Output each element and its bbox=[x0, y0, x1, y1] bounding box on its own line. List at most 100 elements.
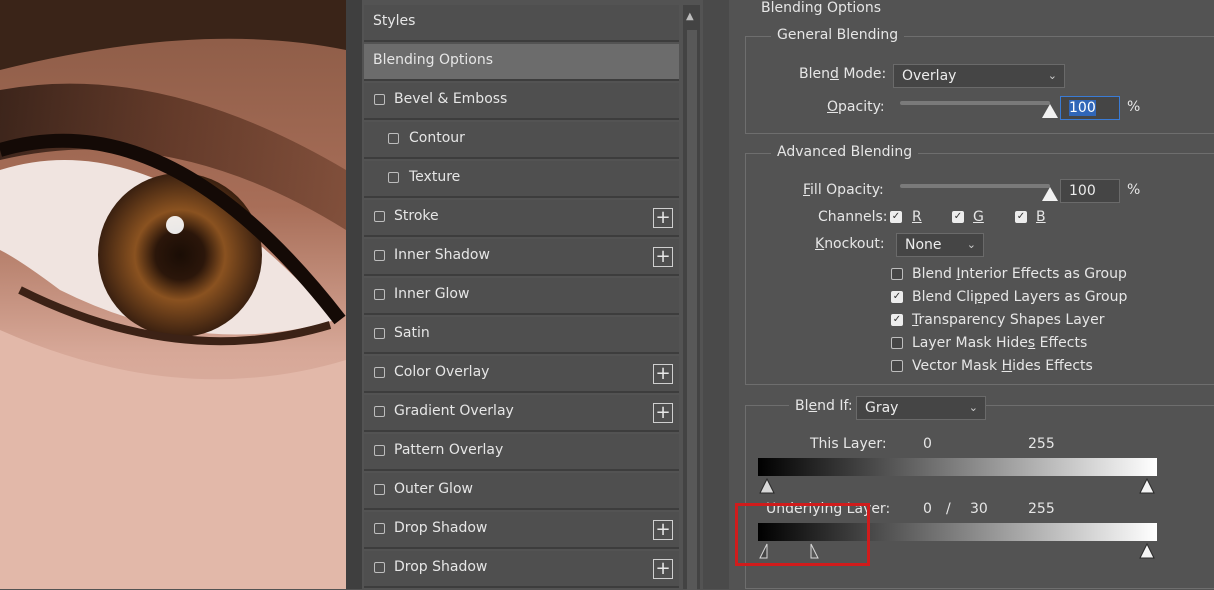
styles-list-item[interactable]: Pattern Overlay bbox=[364, 434, 679, 471]
style-checkbox[interactable] bbox=[374, 523, 385, 534]
option-label: Transparency Shapes Layer bbox=[912, 312, 1105, 328]
styles-list-item[interactable]: Contour bbox=[364, 122, 679, 159]
styles-list-item[interactable]: Texture bbox=[364, 161, 679, 198]
styles-list-item[interactable]: Blending Options bbox=[364, 44, 679, 81]
option-label: Blend Clipped Layers as Group bbox=[912, 289, 1128, 305]
plus-icon[interactable]: + bbox=[653, 247, 673, 267]
opacity-unit: % bbox=[1127, 99, 1141, 115]
style-checkbox[interactable] bbox=[374, 484, 385, 495]
style-item-label: Bevel & Emboss bbox=[394, 91, 508, 107]
styles-list-item[interactable]: Color Overlay + bbox=[364, 356, 679, 393]
underlying-low: 0 bbox=[923, 501, 932, 517]
option-checkbox[interactable]: ✓ bbox=[891, 314, 903, 326]
option-checkbox[interactable] bbox=[891, 337, 903, 349]
option-checkbox[interactable] bbox=[891, 360, 903, 372]
style-item-label: Satin bbox=[394, 325, 430, 341]
underlying-low-split: 30 bbox=[970, 501, 988, 517]
opacity-input[interactable]: 100 bbox=[1060, 96, 1120, 120]
option-label: Blend Interior Effects as Group bbox=[912, 266, 1127, 282]
blend-mode-label: Blend Mode: bbox=[799, 66, 887, 82]
eye-photo bbox=[0, 0, 346, 589]
style-item-label: Contour bbox=[409, 130, 465, 146]
style-checkbox[interactable] bbox=[374, 406, 385, 417]
option-checkbox[interactable]: ✓ bbox=[891, 291, 903, 303]
opacity-label: Opacity: bbox=[827, 99, 885, 115]
style-checkbox[interactable] bbox=[374, 445, 385, 456]
fill-opacity-slider-track[interactable] bbox=[900, 184, 1050, 188]
style-item-label: Inner Glow bbox=[394, 286, 470, 302]
style-item-label: Drop Shadow bbox=[394, 520, 488, 536]
channel-g-checkbox[interactable]: ✓ bbox=[952, 211, 964, 223]
styles-list-item[interactable]: Outer Glow bbox=[364, 473, 679, 510]
underlying-high: 255 bbox=[1028, 501, 1055, 517]
style-checkbox[interactable] bbox=[374, 94, 385, 105]
scroll-up-arrow-icon[interactable]: ▲ bbox=[686, 11, 694, 22]
blend-mode-value: Overlay bbox=[902, 68, 957, 84]
plus-icon[interactable]: + bbox=[653, 559, 673, 579]
style-checkbox[interactable] bbox=[374, 367, 385, 378]
styles-list-item[interactable]: Stroke + bbox=[364, 200, 679, 237]
scrollbar-thumb[interactable] bbox=[687, 30, 697, 590]
style-item-label: Outer Glow bbox=[394, 481, 473, 497]
style-checkbox[interactable] bbox=[374, 328, 385, 339]
style-checkbox[interactable] bbox=[374, 211, 385, 222]
fill-opacity-slider-thumb[interactable] bbox=[1042, 187, 1058, 201]
chevron-down-icon: ⌄ bbox=[966, 238, 976, 251]
this-layer-high-slider[interactable] bbox=[1139, 478, 1155, 494]
option-checkbox[interactable] bbox=[891, 268, 903, 280]
blend-if-value: Gray bbox=[865, 400, 899, 416]
opacity-slider-track[interactable] bbox=[900, 101, 1050, 105]
style-checkbox[interactable] bbox=[388, 172, 399, 183]
style-item-label: Drop Shadow bbox=[394, 559, 488, 575]
option-label: Layer Mask Hides Effects bbox=[912, 335, 1088, 351]
fill-opacity-unit: % bbox=[1127, 182, 1141, 198]
this-layer-label: This Layer: bbox=[810, 436, 887, 452]
style-checkbox[interactable] bbox=[388, 133, 399, 144]
this-layer-low-slider[interactable] bbox=[759, 478, 775, 494]
channels-label: Channels: bbox=[818, 209, 888, 225]
fill-opacity-label: Fill Opacity: bbox=[803, 182, 884, 198]
channel-r-label: R bbox=[912, 209, 922, 225]
fill-opacity-input[interactable]: 100 bbox=[1060, 179, 1120, 203]
panel-title: Blending Options bbox=[761, 0, 881, 16]
this-layer-low: 0 bbox=[923, 436, 932, 452]
knockout-dropdown[interactable]: None ⌄ bbox=[896, 233, 984, 257]
styles-list-item[interactable]: Inner Shadow + bbox=[364, 239, 679, 276]
channel-b-label: B bbox=[1036, 209, 1046, 225]
styles-list-item[interactable]: Bevel & Emboss bbox=[364, 83, 679, 120]
this-layer-high: 255 bbox=[1028, 436, 1055, 452]
underlying-high-slider[interactable] bbox=[1139, 543, 1155, 559]
style-item-label: Styles bbox=[373, 13, 416, 29]
style-checkbox[interactable] bbox=[374, 562, 385, 573]
plus-icon[interactable]: + bbox=[653, 403, 673, 423]
underlying-separator: / bbox=[946, 501, 951, 517]
blend-mode-dropdown[interactable]: Overlay ⌄ bbox=[893, 64, 1065, 88]
style-item-label: Gradient Overlay bbox=[394, 403, 514, 419]
blend-if-dropdown[interactable]: Gray ⌄ bbox=[856, 396, 986, 420]
style-item-label: Color Overlay bbox=[394, 364, 490, 380]
opacity-slider-thumb[interactable] bbox=[1042, 104, 1058, 118]
styles-list-scrollbar[interactable]: ▲ bbox=[683, 5, 700, 590]
style-item-label: Inner Shadow bbox=[394, 247, 490, 263]
knockout-label: Knockout: bbox=[815, 236, 885, 252]
styles-list-item[interactable]: Inner Glow bbox=[364, 278, 679, 315]
blending-options-panel: Blending Options General Blending Blend … bbox=[729, 0, 1214, 589]
channel-r-checkbox[interactable]: ✓ bbox=[890, 211, 902, 223]
styles-list-item[interactable]: Styles bbox=[364, 5, 679, 42]
style-checkbox[interactable] bbox=[374, 250, 385, 261]
this-layer-gradient bbox=[758, 458, 1157, 476]
plus-icon[interactable]: + bbox=[653, 364, 673, 384]
style-checkbox[interactable] bbox=[374, 289, 385, 300]
channel-b-checkbox[interactable]: ✓ bbox=[1015, 211, 1027, 223]
chevron-down-icon: ⌄ bbox=[1047, 69, 1057, 82]
styles-list-item[interactable]: Satin bbox=[364, 317, 679, 354]
styles-list-item[interactable]: Drop Shadow + bbox=[364, 512, 679, 549]
plus-icon[interactable]: + bbox=[653, 208, 673, 228]
plus-icon[interactable]: + bbox=[653, 520, 673, 540]
option-label: Vector Mask Hides Effects bbox=[912, 358, 1093, 374]
styles-list-item[interactable]: Gradient Overlay + bbox=[364, 395, 679, 432]
styles-list-item[interactable]: Drop Shadow + bbox=[364, 551, 679, 588]
blend-if-label: Blend If: bbox=[789, 398, 859, 414]
panel-gap bbox=[346, 0, 362, 589]
style-item-label: Texture bbox=[409, 169, 461, 185]
